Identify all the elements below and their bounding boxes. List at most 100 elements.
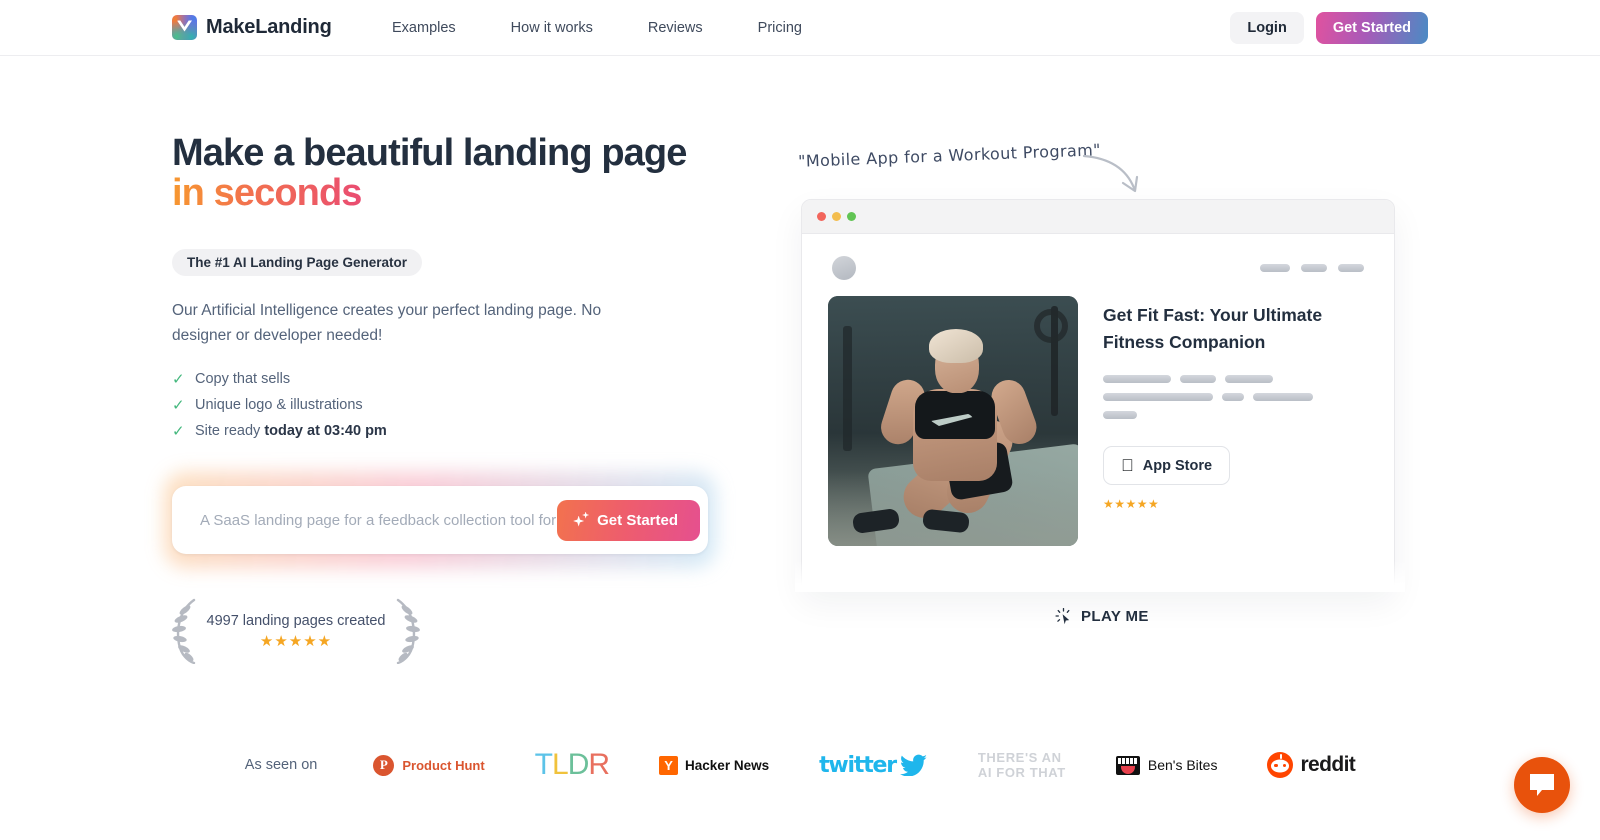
hero-copy: Make a beautiful landing page in seconds…	[172, 132, 732, 444]
check-icon: ✓	[172, 370, 185, 388]
nav-item-examples[interactable]: Examples	[392, 20, 456, 36]
placeholder-bar	[1180, 375, 1216, 384]
placeholder-bar	[1260, 264, 1290, 272]
preview-body: Get Fit Fast: Your Ultimate Fitness Comp…	[802, 280, 1394, 546]
list-item: ✓ Site ready today at 03:40 pm	[172, 418, 732, 444]
check-icon: ✓	[172, 422, 185, 440]
placeholder-row	[1103, 375, 1364, 384]
page-title: Make a beautiful landing page in seconds	[172, 132, 732, 214]
preview-hero-image	[828, 296, 1078, 546]
laurel-left-icon	[172, 598, 196, 664]
placeholder-bar	[1338, 264, 1364, 272]
app-store-label: App Store	[1130, 457, 1212, 474]
prompt-bar: Get Started	[172, 486, 708, 554]
headline-line-2: in seconds	[172, 171, 362, 214]
tldr-letter-d: D	[567, 748, 590, 781]
reddit-icon	[1267, 752, 1294, 778]
hacker-news-icon: Y	[659, 755, 679, 775]
preview-headline: Get Fit Fast: Your Ultimate Fitness Comp…	[1103, 305, 1323, 353]
preview-nav	[802, 234, 1394, 280]
browser-titlebar	[802, 200, 1394, 234]
apple-icon: 	[1121, 457, 1134, 474]
taift-line-1: THERE'S AN	[977, 749, 1062, 765]
main-nav: Examples How it works Reviews Pricing	[392, 20, 802, 36]
prompt-get-started-button[interactable]: Get Started	[557, 499, 700, 541]
prompt-bar-wrapper: Get Started	[164, 472, 716, 568]
feature-list: ✓ Copy that sells ✓ Unique logo & illust…	[172, 366, 732, 444]
taift-line-2: AI FOR THAT	[977, 765, 1066, 780]
prompt-input[interactable]	[200, 511, 558, 529]
logo-product-hunt[interactable]: P Product Hunt	[373, 754, 485, 776]
preview-annotation: "Mobile App for a Workout Program"	[797, 140, 1102, 171]
brand-name: MakeLanding	[206, 16, 332, 38]
placeholder-bar	[1253, 393, 1313, 402]
tldr-letter-l: L	[552, 748, 569, 781]
placeholder-bar	[1301, 264, 1327, 272]
check-icon: ✓	[172, 396, 185, 414]
window-maximize-dot[interactable]	[847, 212, 856, 221]
nav-item-pricing[interactable]: Pricing	[758, 20, 802, 36]
window-minimize-dot[interactable]	[832, 212, 841, 221]
placeholder-bar	[1103, 393, 1213, 402]
tldr-wordmark: TLDR	[534, 748, 610, 782]
bens-bites-icon	[1115, 755, 1140, 775]
twitter-label: twitter	[819, 752, 897, 778]
feature-label-emphasis: today at 03:40 pm	[264, 423, 387, 439]
bens-bites-label: Ben's Bites	[1147, 757, 1218, 773]
logo-hacker-news[interactable]: Y Hacker News	[659, 755, 770, 775]
avatar	[832, 256, 856, 280]
product-hunt-icon: P	[373, 754, 395, 776]
product-hunt-label: Product Hunt	[402, 757, 485, 773]
list-item: ✓ Unique logo & illustrations	[172, 392, 732, 418]
logo-tldr[interactable]: TLDR	[534, 748, 610, 782]
taift-wordmark: THERE'S AN AI FOR THAT	[978, 750, 1066, 781]
makelanding-logo-icon	[172, 15, 197, 40]
reddit-label: reddit	[1300, 753, 1356, 776]
brand-logo-link[interactable]: MakeLanding	[172, 15, 332, 40]
play-me-button[interactable]: PLAY ME	[1055, 608, 1149, 625]
list-item: ✓ Copy that sells	[172, 366, 732, 392]
preview-text-column: Get Fit Fast: Your Ultimate Fitness Comp…	[1103, 296, 1364, 546]
placeholder-bar	[1225, 375, 1273, 384]
hacker-news-label: Hacker News	[685, 757, 770, 773]
curved-arrow-icon	[1082, 154, 1139, 193]
header-get-started-button[interactable]: Get Started	[1315, 11, 1428, 44]
placeholder-bar	[1103, 375, 1171, 384]
nav-item-reviews[interactable]: Reviews	[648, 20, 703, 36]
chat-bubble-icon	[1530, 774, 1554, 796]
logo-theres-an-ai-for-that[interactable]: THERE'S AN AI FOR THAT	[978, 750, 1066, 781]
play-me-label: PLAY ME	[1081, 608, 1149, 625]
logo-reddit[interactable]: reddit	[1267, 752, 1356, 778]
status-badge: The #1 AI Landing Page Generator	[172, 248, 423, 276]
placeholder-row	[1103, 411, 1364, 420]
placeholder-row	[1103, 393, 1364, 402]
site-header: MakeLanding Examples How it works Review…	[0, 0, 1600, 56]
nav-item-how-it-works[interactable]: How it works	[511, 20, 593, 36]
social-proof-center: 4997 landing pages created ★★★★★	[172, 613, 420, 650]
feature-label-text: Site ready	[195, 423, 265, 439]
rating-stars: ★★★★★	[259, 632, 333, 650]
placeholder-bar	[1103, 411, 1137, 420]
tldr-letter-r: R	[588, 748, 610, 781]
header-actions: Login Get Started	[1230, 11, 1428, 44]
preview-browser-window: Get Fit Fast: Your Ultimate Fitness Comp…	[801, 199, 1395, 589]
sparkles-icon	[573, 511, 590, 528]
headline-line-1: Make a beautiful landing page	[172, 132, 687, 174]
preview-rating-stars: ★★★★★	[1103, 496, 1160, 511]
app-store-button[interactable]:  App Store	[1103, 446, 1231, 486]
chat-widget-button[interactable]	[1514, 757, 1570, 813]
window-close-dot[interactable]	[817, 212, 826, 221]
landing-pages-count: 4997 landing pages created	[206, 612, 386, 629]
laurel-right-icon	[396, 598, 420, 664]
twitter-bird-icon	[899, 754, 927, 776]
login-button[interactable]: Login	[1230, 11, 1304, 44]
preview-placeholder-lines	[1103, 375, 1364, 420]
as-seen-on-label: As seen on	[244, 757, 318, 773]
prompt-button-label: Get Started	[597, 511, 678, 529]
logo-bens-bites[interactable]: Ben's Bites	[1115, 755, 1218, 775]
logo-twitter[interactable]: twitter	[819, 753, 928, 778]
tldr-letter-t: T	[534, 748, 553, 781]
as-seen-on-section: As seen on P Product Hunt TLDR Y Hacker …	[0, 748, 1600, 782]
placeholder-bar	[1222, 393, 1244, 402]
feature-label: Site ready today at 03:40 pm	[195, 423, 387, 439]
